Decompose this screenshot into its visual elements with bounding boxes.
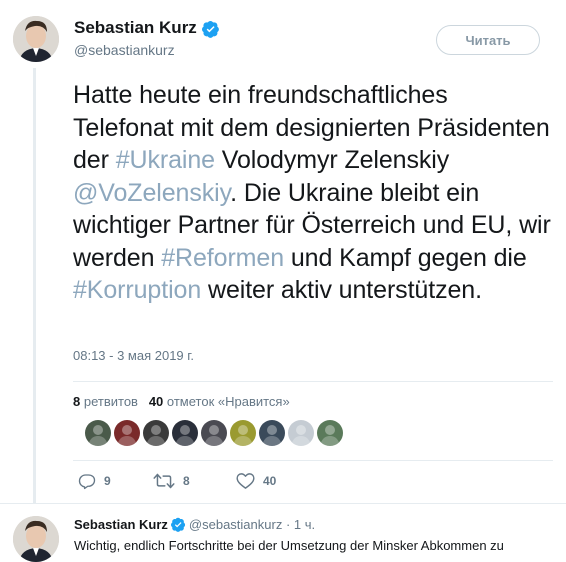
like-count: 40 — [263, 474, 277, 488]
retweets-stat[interactable]: 8 ретвитов — [73, 394, 138, 409]
tweet-timestamp[interactable]: 08:13 - 3 мая 2019 г. — [73, 348, 194, 363]
reply-author-handle[interactable]: @sebastiankurz — [189, 517, 282, 532]
reply-text: Wichtig, endlich Fortschritte bei der Um… — [74, 538, 504, 553]
liker-avatar[interactable] — [288, 420, 314, 446]
author-handle[interactable]: @sebastiankurz — [74, 42, 175, 58]
retweet-count: 8 — [183, 474, 190, 488]
thread-connector-line — [33, 68, 36, 504]
author-name[interactable]: Sebastian Kurz — [74, 18, 197, 38]
liker-avatar[interactable] — [143, 420, 169, 446]
liker-avatar[interactable] — [85, 420, 111, 446]
tweet-text-segment: weiter aktiv unterstützen. — [201, 276, 482, 304]
liker-avatar[interactable] — [259, 420, 285, 446]
hashtag-link[interactable]: #Reformen — [161, 244, 284, 272]
tweet-text-segment: Volodymyr Zelenskiy — [214, 146, 450, 174]
likes-count: 40 — [148, 394, 164, 409]
reply-time[interactable]: · 1 ч. — [286, 517, 315, 532]
retweet-icon — [153, 473, 175, 489]
reply-author-name[interactable]: Sebastian Kurz — [74, 517, 168, 532]
retweets-label: ретвитов — [83, 394, 138, 409]
retweet-button[interactable]: 8 — [153, 471, 190, 491]
liker-avatar[interactable] — [114, 420, 140, 446]
retweets-count: 8 — [73, 394, 81, 409]
like-button[interactable]: 40 — [236, 471, 276, 491]
reply-icon — [78, 474, 96, 490]
liker-avatar[interactable] — [172, 420, 198, 446]
heart-icon — [236, 473, 255, 489]
reply-avatar[interactable] — [13, 516, 59, 562]
liker-avatar[interactable] — [230, 420, 256, 446]
verified-badge-icon — [202, 20, 219, 38]
likes-label: отметок «Нравится» — [166, 394, 290, 409]
hashtag-link[interactable]: #Ukraine — [116, 146, 215, 174]
tweet-stats: 8 ретвитов 40 отметок «Нравится» — [73, 394, 290, 409]
divider — [73, 381, 553, 382]
reply-header: Sebastian Kurz @sebastiankurz · 1 ч. — [74, 517, 315, 532]
divider — [73, 460, 553, 461]
avatar[interactable] — [13, 16, 59, 62]
tweet-text-segment: und Kampf gegen die — [284, 243, 527, 272]
follow-button[interactable]: Читать — [436, 25, 540, 55]
tweet-text: Hatte heute ein freundschaftliches Telef… — [73, 79, 553, 307]
reply-count: 9 — [104, 474, 111, 488]
liker-avatar[interactable] — [317, 420, 343, 446]
verified-badge-icon — [170, 517, 185, 532]
mention-link[interactable]: @VoZelenskiy — [73, 179, 230, 207]
liker-avatar[interactable] — [201, 420, 227, 446]
hashtag-link[interactable]: #Korruption — [73, 276, 201, 304]
likes-stat[interactable]: 40 отметок «Нравится» — [149, 394, 290, 409]
reply-button[interactable]: 9 — [78, 471, 111, 491]
divider — [0, 503, 566, 504]
